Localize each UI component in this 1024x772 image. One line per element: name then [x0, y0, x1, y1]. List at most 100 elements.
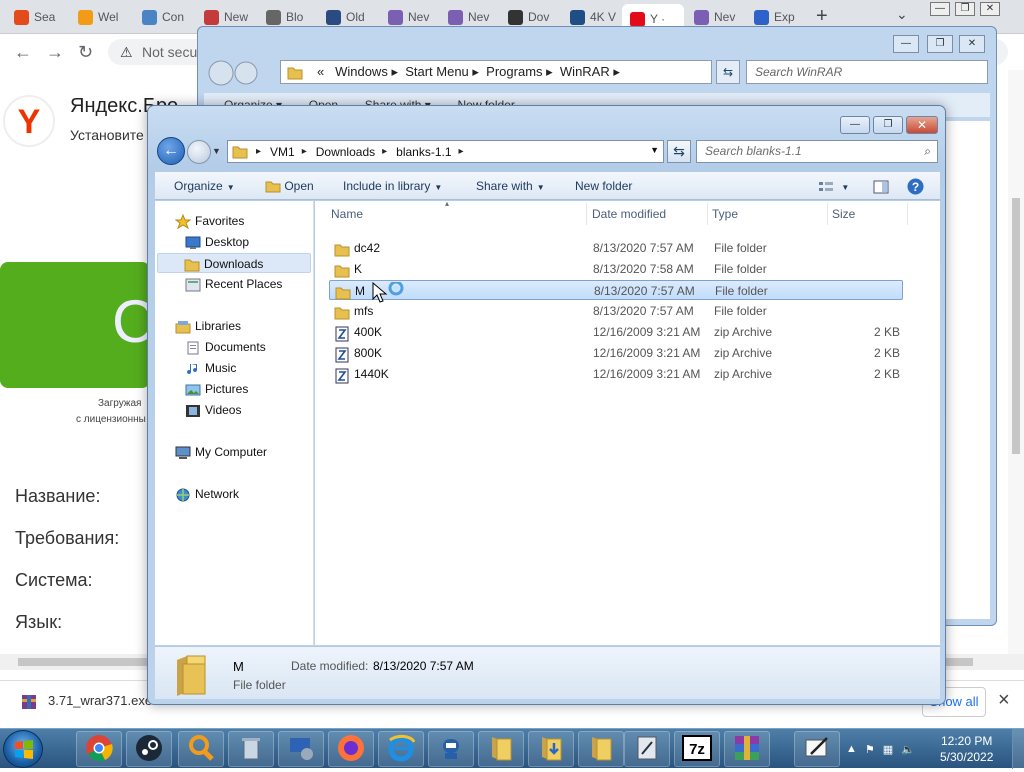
taskbar-button[interactable] [328, 731, 374, 767]
maximize-button[interactable]: ❐ [955, 2, 975, 16]
breadcrumb-separator[interactable]: ▸ [256, 146, 261, 157]
back-button[interactable]: ← [157, 137, 185, 165]
folder-icon [487, 734, 515, 765]
taskbar-button[interactable]: 7z [674, 731, 720, 767]
browser-tab[interactable]: Sea [6, 5, 68, 29]
nav-desktop[interactable]: Desktop [185, 232, 249, 252]
nav-favorites[interactable]: Favorites [175, 211, 244, 231]
reload-icon[interactable]: ↻ [78, 42, 93, 63]
column-header-date[interactable]: Date modified [588, 203, 708, 225]
address-bar[interactable]: ▸ VM1 ▸ Downloads ▸ blanks-1.1 ▸ ▼ [227, 140, 664, 163]
forward-arrow-icon[interactable]: → [46, 42, 64, 63]
forward-button[interactable] [187, 140, 211, 164]
taskbar-button[interactable] [126, 731, 172, 767]
nav-pictures[interactable]: Pictures [185, 379, 248, 399]
address-history-chevron-icon[interactable]: ▼ [650, 145, 659, 155]
refresh-icon[interactable]: ⇆ [716, 60, 740, 84]
minimize-button[interactable]: — [840, 116, 870, 134]
browser-tab[interactable]: Con [134, 5, 196, 29]
scroll-thumb[interactable] [1012, 198, 1020, 454]
column-header-name[interactable]: Name [327, 203, 587, 225]
file-row[interactable]: M 8/13/2020 7:57 AM File folder [329, 280, 903, 300]
search-icon[interactable]: ⌕ [924, 141, 931, 162]
breadcrumb-blanks[interactable]: blanks-1.1 [396, 145, 451, 159]
file-row[interactable]: K 8/13/2020 7:58 AM File folder [329, 259, 903, 279]
new-folder-button[interactable]: New folder [575, 172, 632, 200]
taskbar-button[interactable] [794, 731, 840, 767]
nav-downloads[interactable]: Downloads [157, 253, 311, 273]
taskbar-button[interactable] [624, 731, 670, 767]
maximize-button[interactable]: ❐ [873, 116, 903, 134]
favicon-icon [14, 9, 29, 25]
organize-menu[interactable]: Organize ▼ [174, 172, 235, 200]
new-tab-button[interactable]: + [816, 5, 828, 28]
column-header-type[interactable]: Type [708, 203, 828, 225]
taskbar-button[interactable] [76, 731, 122, 767]
close-button[interactable]: ✕ [980, 2, 1000, 16]
nav-music[interactable]: Music [185, 358, 236, 378]
taskbar-button[interactable] [528, 731, 574, 767]
file-row[interactable]: 800K 12/16/2009 3:21 AM zip Archive 2 KB [329, 343, 903, 363]
refresh-icon[interactable]: ⇆ [667, 140, 691, 163]
taskbar-button[interactable] [724, 731, 770, 767]
network-icon[interactable]: ▦ [883, 743, 893, 756]
view-options-icon[interactable]: ▼ [818, 172, 849, 200]
open-button[interactable]: Open [265, 172, 314, 200]
browser-tab-label: Nev [714, 10, 736, 24]
back-arrow-icon[interactable]: ← [14, 42, 32, 63]
maximize-button[interactable]: ❐ [927, 35, 953, 53]
show-desktop-button[interactable] [1012, 729, 1024, 769]
breadcrumb-separator[interactable]: ▸ [382, 146, 387, 157]
search-input[interactable]: Search WinRAR [746, 60, 988, 84]
nav-documents[interactable]: Documents [185, 337, 266, 357]
taskbar-button[interactable] [428, 731, 474, 767]
share-with-menu[interactable]: Share with ▼ [476, 172, 545, 200]
search-input[interactable]: Search blanks-1.1 ⌕ [696, 140, 938, 163]
taskbar-button[interactable] [278, 731, 324, 767]
tab-search-button[interactable]: ⌄ [896, 6, 908, 23]
close-icon[interactable]: × [998, 689, 1010, 712]
omnibox-security-text: Not secu [142, 44, 198, 60]
nav-libraries[interactable]: Libraries [175, 316, 241, 336]
close-button[interactable]: ✕ [906, 116, 938, 134]
help-icon[interactable]: ? [907, 172, 924, 200]
taskbar-button[interactable] [578, 731, 624, 767]
file-row[interactable]: mfs 8/13/2020 7:57 AM File folder [329, 301, 903, 321]
close-button[interactable]: ✕ [959, 35, 985, 53]
minimize-button[interactable]: — [893, 35, 919, 53]
include-in-library-menu[interactable]: Include in library ▼ [343, 172, 442, 200]
breadcrumb-separator[interactable]: ▸ [302, 146, 307, 157]
download-button[interactable]: С [0, 262, 155, 388]
taskbar-button[interactable] [228, 731, 274, 767]
nav-my-computer[interactable]: My Computer [175, 442, 267, 462]
nav-videos[interactable]: Videos [185, 400, 241, 420]
taskbar-button[interactable] [378, 731, 424, 767]
taskbar-button[interactable] [178, 731, 224, 767]
breadcrumb-downloads[interactable]: Downloads [316, 145, 375, 159]
windows-logo-icon [15, 740, 33, 759]
nav-recent-places[interactable]: Recent Places [185, 274, 282, 294]
clock[interactable]: 12:20 PM 5/30/2022 [940, 733, 993, 765]
recent-pages-chevron-icon[interactable]: ▼ [212, 146, 221, 156]
address-bar[interactable]: « Windows ▸ Start Menu ▸ Programs ▸ WinR… [280, 60, 712, 84]
minimize-button[interactable]: — [930, 2, 950, 16]
file-row[interactable]: 400K 12/16/2009 3:21 AM zip Archive 2 KB [329, 322, 903, 342]
action-center-icon[interactable]: ⚑ [865, 743, 875, 756]
file-row[interactable]: dc42 8/13/2020 7:57 AM File folder [329, 238, 903, 258]
taskbar-button[interactable] [478, 731, 524, 767]
file-row[interactable]: 1440K 12/16/2009 3:21 AM zip Archive 2 KB [329, 364, 903, 384]
download-item[interactable]: 3.71_wrar371.exe [48, 693, 152, 708]
nav-network[interactable]: Network [175, 484, 239, 504]
column-header-size[interactable]: Size [828, 203, 908, 225]
browser-tab[interactable]: Wel [70, 5, 132, 29]
tray-expand-icon[interactable]: ▲ [846, 743, 857, 755]
volume-icon[interactable]: 🔈 [901, 743, 915, 756]
steam-icon [135, 734, 163, 765]
breadcrumb-vm1[interactable]: VM1 [270, 145, 295, 159]
preview-pane-icon[interactable] [873, 172, 889, 200]
breadcrumb-separator[interactable]: ▸ [459, 146, 464, 157]
file-date: 8/13/2020 7:57 AM [594, 284, 695, 298]
start-button[interactable] [3, 730, 43, 768]
vertical-scrollbar[interactable] [1008, 70, 1024, 654]
nav-buttons[interactable] [208, 60, 268, 86]
